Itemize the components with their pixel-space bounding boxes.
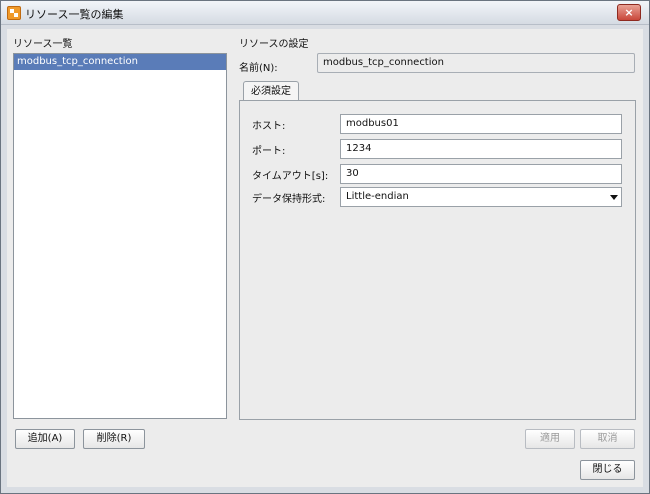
byte-order-label: データ保持形式: [252, 194, 326, 205]
host-label: ホスト: [252, 121, 286, 132]
name-label: 名前(N): [239, 63, 278, 74]
timeout-input[interactable]: 30 [340, 164, 622, 184]
dialog-content: リソース一覧 modbus_tcp_connection 追加(A) 削除(R)… [7, 29, 643, 487]
resource-list-dialog: リソース一覧の編集 × リソース一覧 modbus_tcp_connection… [0, 0, 650, 494]
byte-order-value: Little-endian [346, 191, 409, 202]
resource-settings-heading: リソースの設定 [239, 39, 309, 50]
list-item[interactable]: modbus_tcp_connection [14, 54, 226, 70]
close-button[interactable]: 閉じる [580, 460, 635, 480]
required-settings-panel: ホスト: modbus01 ポート: 1234 タイムアウト[s]: 30 デー… [239, 100, 636, 420]
close-icon: × [624, 6, 634, 19]
close-window-button[interactable]: × [617, 4, 641, 21]
port-input[interactable]: 1234 [340, 139, 622, 159]
resource-list[interactable]: modbus_tcp_connection [13, 53, 227, 419]
chevron-down-icon [610, 195, 618, 200]
window-title: リソース一覧の編集 [25, 8, 124, 21]
app-icon [7, 6, 21, 20]
resource-list-heading: リソース一覧 [13, 39, 73, 50]
name-field: modbus_tcp_connection [317, 53, 635, 73]
cancel-button[interactable]: 取消 [580, 429, 635, 449]
host-input[interactable]: modbus01 [340, 114, 622, 134]
tab-required-settings[interactable]: 必須設定 [243, 81, 299, 101]
byte-order-select[interactable]: Little-endian [340, 187, 622, 207]
add-button[interactable]: 追加(A) [15, 429, 75, 449]
apply-button[interactable]: 適用 [525, 429, 575, 449]
port-label: ポート: [252, 146, 286, 157]
delete-button[interactable]: 削除(R) [83, 429, 145, 449]
list-item-label: modbus_tcp_connection [17, 56, 138, 67]
title-bar: リソース一覧の編集 × [1, 1, 649, 25]
timeout-label: タイムアウト[s]: [252, 171, 329, 182]
